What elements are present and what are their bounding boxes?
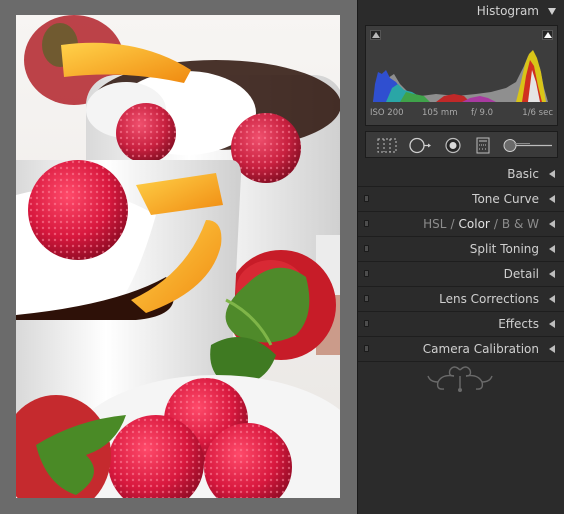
panel-switch-icon[interactable] xyxy=(364,245,369,252)
section-detail-label: Detail xyxy=(503,267,539,281)
panel-switch-icon[interactable] xyxy=(364,320,369,327)
red-eye-icon[interactable] xyxy=(440,132,466,159)
section-camera-calibration[interactable]: Camera Calibration xyxy=(358,337,564,362)
expand-arrow-icon[interactable] xyxy=(549,295,555,303)
panel-sections: Basic Tone Curve HSL / Color / B & W Split T… xyxy=(358,162,564,362)
section-split-toning-label: Split Toning xyxy=(469,242,539,256)
panel-switch-icon[interactable] xyxy=(364,220,369,227)
spot-removal-icon[interactable] xyxy=(406,132,434,159)
section-tone-curve-label: Tone Curve xyxy=(472,192,539,206)
section-basic[interactable]: Basic xyxy=(358,162,564,187)
exif-shutter: 1/6 sec xyxy=(522,108,553,118)
panel-end-ornament-icon xyxy=(424,362,496,396)
panel-switch-icon[interactable] xyxy=(364,270,369,277)
crop-overlay-icon[interactable] xyxy=(374,132,400,159)
expand-arrow-icon[interactable] xyxy=(549,270,555,278)
exif-info: ISO 200 105 mm f/ 9.0 1/6 sec xyxy=(370,108,553,120)
exif-iso: ISO 200 xyxy=(370,108,404,118)
tab-bw[interactable]: B & W xyxy=(502,217,539,231)
section-detail[interactable]: Detail xyxy=(358,262,564,287)
histogram-display[interactable]: ISO 200 105 mm f/ 9.0 1/6 sec xyxy=(365,25,558,126)
panel-switch-icon[interactable] xyxy=(364,295,369,302)
graduated-filter-icon[interactable] xyxy=(470,132,496,159)
section-effects-label: Effects xyxy=(498,317,539,331)
tool-strip xyxy=(365,131,558,158)
highlight-clipping-icon[interactable] xyxy=(542,30,553,40)
tab-color[interactable]: Color xyxy=(459,217,490,231)
exif-aperture: f/ 9.0 xyxy=(471,108,494,118)
panel-switch-icon[interactable] xyxy=(364,345,369,352)
section-basic-label: Basic xyxy=(507,167,539,181)
image-canvas[interactable] xyxy=(0,0,357,514)
adjustment-brush-icon[interactable] xyxy=(500,132,556,159)
section-split-toning[interactable]: Split Toning xyxy=(358,237,564,262)
shadow-clipping-icon[interactable] xyxy=(370,30,381,40)
tab-hsl[interactable]: HSL xyxy=(423,217,446,231)
section-hsl-label-group: HSL / Color / B & W xyxy=(423,217,539,231)
tab-separator: / xyxy=(450,217,455,231)
develop-right-panel: Histogram ISO 200 105 mm f/ 9.0 1/6 sec … xyxy=(357,0,564,514)
expand-arrow-icon[interactable] xyxy=(549,170,555,178)
section-hsl-color-bw[interactable]: HSL / Color / B & W xyxy=(358,212,564,237)
histogram-header[interactable]: Histogram xyxy=(358,0,564,22)
expand-arrow-icon[interactable] xyxy=(549,195,555,203)
collapse-triangle-icon[interactable] xyxy=(548,8,556,15)
expand-arrow-icon[interactable] xyxy=(549,245,555,253)
section-lens-corrections[interactable]: Lens Corrections xyxy=(358,287,564,312)
dessert-photo xyxy=(16,15,340,498)
tab-separator: / xyxy=(493,217,498,231)
section-effects[interactable]: Effects xyxy=(358,312,564,337)
section-lens-corrections-label: Lens Corrections xyxy=(439,292,539,306)
photo-preview[interactable] xyxy=(16,15,340,498)
section-camera-calibration-label: Camera Calibration xyxy=(422,342,539,356)
panel-switch-icon[interactable] xyxy=(364,195,369,202)
expand-arrow-icon[interactable] xyxy=(549,345,555,353)
expand-arrow-icon[interactable] xyxy=(549,320,555,328)
expand-arrow-icon[interactable] xyxy=(549,220,555,228)
histogram-title: Histogram xyxy=(476,4,539,18)
exif-focal-length: 105 mm xyxy=(422,108,458,118)
section-tone-curve[interactable]: Tone Curve xyxy=(358,187,564,212)
